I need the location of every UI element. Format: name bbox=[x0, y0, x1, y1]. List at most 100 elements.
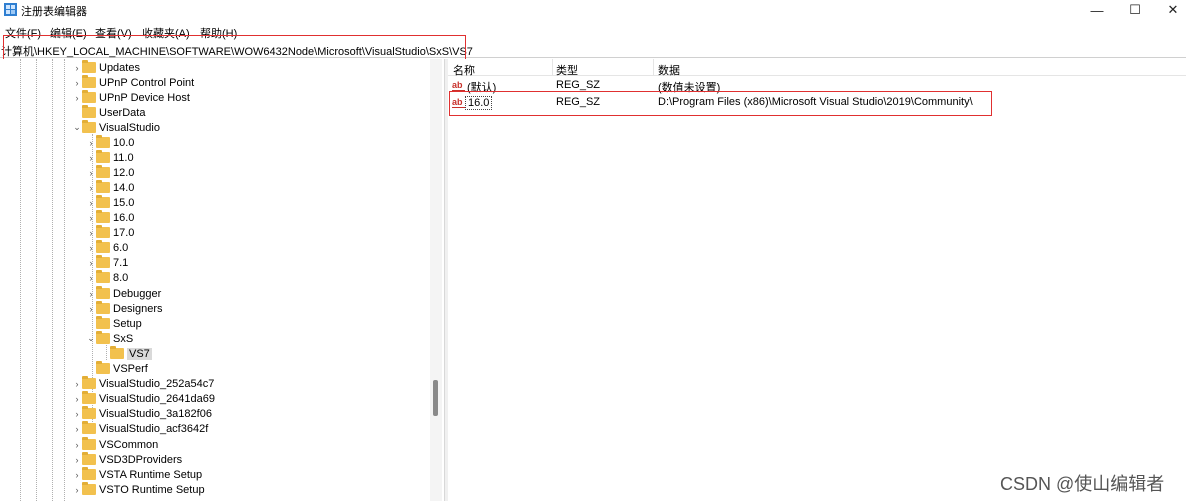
chevron-right-icon[interactable]: › bbox=[86, 273, 96, 283]
chevron-right-icon[interactable]: › bbox=[86, 183, 96, 193]
tree-item-17-0[interactable]: › 17.0 bbox=[86, 225, 134, 240]
tree-item-vscommon[interactable]: › VSCommon bbox=[72, 437, 158, 452]
chevron-right-icon[interactable]: › bbox=[72, 485, 82, 495]
folder-icon bbox=[82, 421, 96, 434]
chevron-right-icon[interactable]: › bbox=[72, 63, 82, 73]
chevron-right-icon[interactable]: › bbox=[86, 153, 96, 163]
tree-item-vsta-runtime-setup[interactable]: › VSTA Runtime Setup bbox=[72, 467, 202, 482]
tree-item-vsd3dproviders[interactable]: › VSD3DProviders bbox=[72, 452, 182, 467]
tree-item-label: VSTO Runtime Setup bbox=[99, 483, 205, 496]
tree-item-designers[interactable]: › Designers bbox=[86, 301, 163, 316]
tree-item-label: 10.0 bbox=[113, 136, 135, 149]
chevron-right-icon[interactable]: › bbox=[86, 243, 96, 253]
tree-item-label: VisualStudio_3a182f06 bbox=[99, 407, 212, 420]
tree-item-debugger[interactable]: › Debugger bbox=[86, 286, 161, 301]
tree-item-14-0[interactable]: › 14.0 bbox=[86, 180, 134, 195]
tree-item-sxs[interactable]: ⌄ SxS bbox=[86, 331, 133, 346]
tree-item-vsperf[interactable]: VSPerf bbox=[86, 361, 148, 376]
tree-guide-line bbox=[52, 59, 53, 501]
tree-item-7-1[interactable]: › 7.1 bbox=[86, 255, 128, 270]
list-header: 名称 类型 数据 bbox=[448, 59, 1186, 78]
tree-item-label: SxS bbox=[113, 332, 134, 345]
maximize-icon: ☐ bbox=[1129, 2, 1141, 17]
column-header-data[interactable]: 数据 bbox=[658, 62, 680, 78]
folder-icon bbox=[96, 331, 110, 344]
folder-icon bbox=[96, 210, 110, 223]
string-value-icon: ab bbox=[452, 79, 465, 91]
tree-item-visualstudio-252a54c7[interactable]: › VisualStudio_252a54c7 bbox=[72, 376, 214, 391]
folder-icon bbox=[96, 195, 110, 208]
chevron-right-icon[interactable]: › bbox=[86, 258, 96, 268]
folder-icon bbox=[96, 361, 110, 374]
chevron-down-icon[interactable]: ⌄ bbox=[72, 122, 82, 133]
scrollbar-thumb[interactable] bbox=[433, 380, 438, 416]
tree-item-12-0[interactable]: › 12.0 bbox=[86, 165, 134, 180]
tree-item-visualstudio-2641da69[interactable]: › VisualStudio_2641da69 bbox=[72, 391, 215, 406]
folder-icon bbox=[82, 60, 96, 73]
registry-tree[interactable]: › Updates › UPnP Control Point › UPnP Devic… bbox=[0, 59, 444, 501]
tree-item-upnp-control-point[interactable]: › UPnP Control Point bbox=[72, 75, 194, 90]
chevron-right-icon[interactable]: › bbox=[86, 304, 96, 314]
tree-item-vs7[interactable]: VS7 bbox=[100, 346, 152, 361]
folder-icon bbox=[82, 467, 96, 480]
chevron-right-icon[interactable]: › bbox=[72, 470, 82, 480]
chevron-right-icon[interactable]: › bbox=[86, 138, 96, 148]
chevron-right-icon[interactable]: › bbox=[72, 78, 82, 88]
folder-open-icon bbox=[110, 346, 124, 359]
tree-item-setup[interactable]: Setup bbox=[86, 316, 142, 331]
folder-icon bbox=[96, 301, 110, 314]
tree-item-label: 17.0 bbox=[113, 226, 135, 239]
chevron-right-icon[interactable]: › bbox=[72, 394, 82, 404]
folder-icon bbox=[96, 225, 110, 238]
tree-item-label: VSD3DProviders bbox=[99, 453, 183, 466]
column-separator[interactable] bbox=[552, 59, 553, 76]
column-header-name[interactable]: 名称 bbox=[453, 62, 475, 78]
tree-guide-line bbox=[36, 59, 37, 501]
chevron-right-icon[interactable]: › bbox=[86, 213, 96, 223]
tree-item-10-0[interactable]: › 10.0 bbox=[86, 135, 134, 150]
window-title: 注册表编辑器 bbox=[21, 6, 87, 18]
tree-item-16-0[interactable]: › 16.0 bbox=[86, 210, 134, 225]
tree-item-8-0[interactable]: › 8.0 bbox=[86, 270, 128, 285]
tree-item-label: 8.0 bbox=[113, 271, 129, 284]
chevron-right-icon[interactable]: › bbox=[86, 228, 96, 238]
tree-item-15-0[interactable]: › 15.0 bbox=[86, 195, 134, 210]
tree-item-label: VisualStudio bbox=[99, 121, 160, 134]
tree-item-visualstudio-acf3642f[interactable]: › VisualStudio_acf3642f bbox=[72, 421, 208, 436]
folder-icon bbox=[82, 105, 96, 118]
tree-item-visualstudio[interactable]: ⌄ VisualStudio bbox=[72, 120, 160, 135]
tree-item-label: Updates bbox=[99, 61, 140, 74]
column-separator[interactable] bbox=[653, 59, 654, 76]
chevron-right-icon[interactable]: › bbox=[72, 379, 82, 389]
tree-item-label: 12.0 bbox=[113, 166, 135, 179]
tree-item-11-0[interactable]: › 11.0 bbox=[86, 150, 134, 165]
tree-scrollbar[interactable] bbox=[430, 59, 442, 501]
tree-item-label: 16.0 bbox=[113, 211, 135, 224]
tree-item-visualstudio-3a182f06[interactable]: › VisualStudio_3a182f06 bbox=[72, 406, 212, 421]
tree-item-upnp-device-host[interactable]: › UPnP Device Host bbox=[72, 90, 190, 105]
folder-icon bbox=[96, 240, 110, 253]
chevron-right-icon[interactable]: › bbox=[86, 289, 96, 299]
folder-icon bbox=[82, 391, 96, 404]
value-highlight-box bbox=[449, 91, 992, 116]
chevron-right-icon[interactable]: › bbox=[72, 409, 82, 419]
close-button[interactable]: ✕ bbox=[1150, 0, 1186, 20]
chevron-down-icon[interactable]: ⌄ bbox=[86, 333, 96, 344]
chevron-right-icon[interactable]: › bbox=[72, 455, 82, 465]
tree-item-6-0[interactable]: › 6.0 bbox=[86, 240, 128, 255]
tree-item-vsto-runtime-setup[interactable]: › VSTO Runtime Setup bbox=[72, 482, 205, 497]
chevron-right-icon[interactable]: › bbox=[86, 168, 96, 178]
folder-icon bbox=[96, 316, 110, 329]
folder-icon bbox=[82, 120, 96, 133]
chevron-right-icon[interactable]: › bbox=[86, 198, 96, 208]
tree-item-updates[interactable]: › Updates bbox=[72, 60, 140, 75]
chevron-right-icon[interactable]: › bbox=[72, 424, 82, 434]
tree-item-userdata[interactable]: UserData bbox=[72, 105, 145, 120]
column-header-type[interactable]: 类型 bbox=[556, 62, 578, 78]
close-icon: ✕ bbox=[1167, 2, 1179, 17]
chevron-right-icon[interactable]: › bbox=[72, 440, 82, 450]
folder-icon bbox=[82, 437, 96, 450]
folder-icon bbox=[82, 376, 96, 389]
chevron-right-icon[interactable]: › bbox=[72, 93, 82, 103]
values-list[interactable]: 名称 类型 数据 ab (默认) REG_SZ (数值未设置) ab 16.0 … bbox=[448, 59, 1186, 501]
